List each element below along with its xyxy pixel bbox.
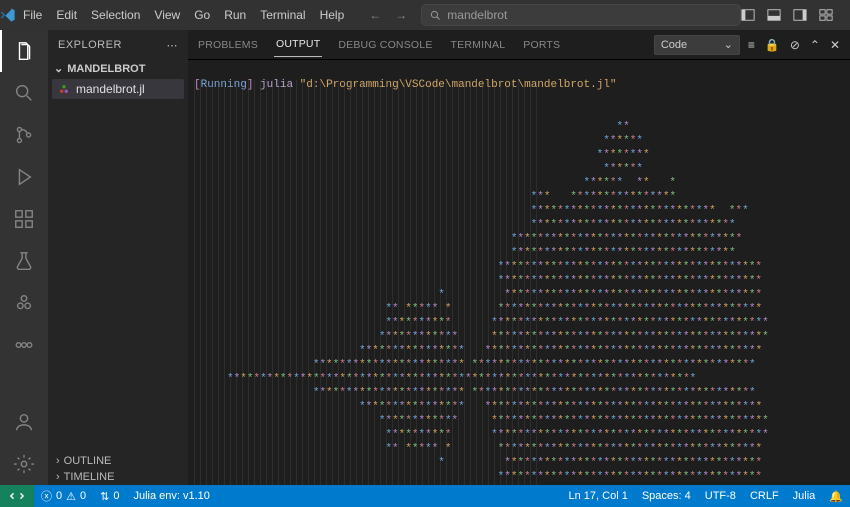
menu-edit[interactable]: Edit xyxy=(49,0,84,30)
menu-help[interactable]: Help xyxy=(313,0,352,30)
output-run-line: [Running] julia "d:\Programming\VSCode\m… xyxy=(194,78,844,92)
nav-forward-icon[interactable]: → xyxy=(391,8,411,22)
panel-maximize-icon[interactable]: ⌃ xyxy=(808,38,822,52)
outline-section[interactable]: › OUTLINE xyxy=(48,453,188,469)
outline-label: OUTLINE xyxy=(64,455,112,467)
activity-search-icon[interactable] xyxy=(0,72,48,114)
ports-icon: ⇅ xyxy=(100,490,109,503)
mandelbrot-output: ** ****** ******** xyxy=(194,120,844,485)
tab-debug-console[interactable]: DEBUG CONSOLE xyxy=(336,33,434,57)
activity-scm-icon[interactable] xyxy=(0,114,48,156)
activity-explorer-icon[interactable] xyxy=(0,30,48,72)
menu-selection[interactable]: Selection xyxy=(84,0,147,30)
output-lock-icon[interactable]: 🔒 xyxy=(763,38,782,52)
title-bar: File Edit Selection View Go Run Terminal… xyxy=(0,0,850,30)
output-view[interactable]: [Running] julia "d:\Programming\VSCode\m… xyxy=(188,60,850,485)
status-errors-count: 0 xyxy=(56,490,62,502)
julia-file-icon xyxy=(58,83,70,95)
activity-settings-icon[interactable] xyxy=(0,443,48,485)
menu-go[interactable]: Go xyxy=(187,0,217,30)
main-menu: File Edit Selection View Go Run Terminal… xyxy=(16,0,351,30)
workbench: EXPLORER ⋯ ⌄ MANDELBROT mandelbrot.jl › O… xyxy=(0,30,850,485)
timeline-section[interactable]: › TIMELINE xyxy=(48,469,188,485)
activity-bar xyxy=(0,30,48,485)
status-warnings-count: 0 xyxy=(80,490,86,502)
status-julia-env[interactable]: Julia env: v1.10 xyxy=(126,490,216,502)
nav-back-icon[interactable]: ← xyxy=(365,8,385,22)
explorer-label: EXPLORER xyxy=(58,39,122,51)
tab-terminal[interactable]: TERMINAL xyxy=(449,33,508,57)
layout-panel-icon[interactable] xyxy=(767,8,793,22)
warning-icon: ⚠ xyxy=(66,490,76,503)
activity-account-icon[interactable] xyxy=(0,401,48,443)
explorer-root[interactable]: ⌄ MANDELBROT xyxy=(48,60,188,77)
window-minimize-icon[interactable]: — xyxy=(845,0,850,30)
output-clear-icon[interactable]: ⊘ xyxy=(788,38,802,52)
status-eol[interactable]: CRLF xyxy=(743,490,786,503)
tab-ports[interactable]: PORTS xyxy=(521,33,562,57)
activity-testing-icon[interactable] xyxy=(0,240,48,282)
layout-sidebar-left-icon[interactable] xyxy=(741,8,767,22)
explorer-root-label: MANDELBROT xyxy=(67,63,145,75)
command-center[interactable]: mandelbrot xyxy=(421,4,741,26)
vscode-icon xyxy=(0,7,16,23)
activity-debug-icon[interactable] xyxy=(0,156,48,198)
customize-layout-icon[interactable] xyxy=(819,8,845,22)
chevron-right-icon: › xyxy=(56,471,60,483)
layout-sidebar-right-icon[interactable] xyxy=(793,8,819,22)
tab-output[interactable]: OUTPUT xyxy=(274,32,322,57)
output-channel-label: Code xyxy=(661,39,687,51)
status-ports[interactable]: ⇅0 xyxy=(93,490,126,503)
remote-icon[interactable] xyxy=(0,485,34,507)
search-text: mandelbrot xyxy=(447,8,507,22)
tab-problems[interactable]: PROBLEMS xyxy=(196,33,260,57)
chevron-right-icon: › xyxy=(56,455,60,467)
activity-extensions-icon[interactable] xyxy=(0,198,48,240)
activity-julia-icon[interactable] xyxy=(0,282,48,324)
explorer-sidebar: EXPLORER ⋯ ⌄ MANDELBROT mandelbrot.jl › O… xyxy=(48,30,188,485)
file-name: mandelbrot.jl xyxy=(76,82,145,96)
output-settings-icon[interactable]: ≡ xyxy=(746,38,757,52)
output-channel-select[interactable]: Code ⌄ xyxy=(654,35,740,55)
status-encoding[interactable]: UTF-8 xyxy=(698,490,743,503)
chevron-down-icon: ⌄ xyxy=(724,38,733,51)
panel-area: PROBLEMS OUTPUT DEBUG CONSOLE TERMINAL P… xyxy=(188,30,850,485)
menu-run[interactable]: Run xyxy=(217,0,253,30)
status-ln-col[interactable]: Ln 17, Col 1 xyxy=(562,490,635,503)
file-item[interactable]: mandelbrot.jl xyxy=(52,79,184,99)
panel-tabs: PROBLEMS OUTPUT DEBUG CONSOLE TERMINAL P… xyxy=(188,30,850,60)
menu-file[interactable]: File xyxy=(16,0,49,30)
status-bar: ⓧ0⚠0 ⇅0 Julia env: v1.10 Ln 17, Col 1 Sp… xyxy=(0,485,850,507)
status-errors[interactable]: ⓧ 0 ⚠ 0 xyxy=(34,488,93,504)
timeline-label: TIMELINE xyxy=(64,471,115,483)
explorer-more-icon[interactable]: ⋯ xyxy=(167,39,179,52)
status-lang[interactable]: Julia xyxy=(786,490,823,503)
panel-toolbar: Code ⌄ ≡ 🔒 ⊘ ⌃ ✕ xyxy=(654,35,850,55)
activity-extra-icon[interactable] xyxy=(0,324,48,366)
search-icon xyxy=(430,10,441,21)
explorer-title: EXPLORER ⋯ xyxy=(48,30,188,60)
status-bell-icon[interactable]: 🔔 xyxy=(822,490,850,503)
nav-buttons: ← → xyxy=(365,8,411,22)
status-spaces[interactable]: Spaces: 4 xyxy=(635,490,698,503)
titlebar-right: — ▢ ✕ xyxy=(741,0,850,30)
error-icon: ⓧ xyxy=(41,488,52,504)
menu-terminal[interactable]: Terminal xyxy=(253,0,312,30)
panel-close-icon[interactable]: ✕ xyxy=(828,38,842,52)
menu-view[interactable]: View xyxy=(147,0,187,30)
status-ports-count: 0 xyxy=(113,490,119,502)
chevron-down-icon: ⌄ xyxy=(54,62,63,75)
